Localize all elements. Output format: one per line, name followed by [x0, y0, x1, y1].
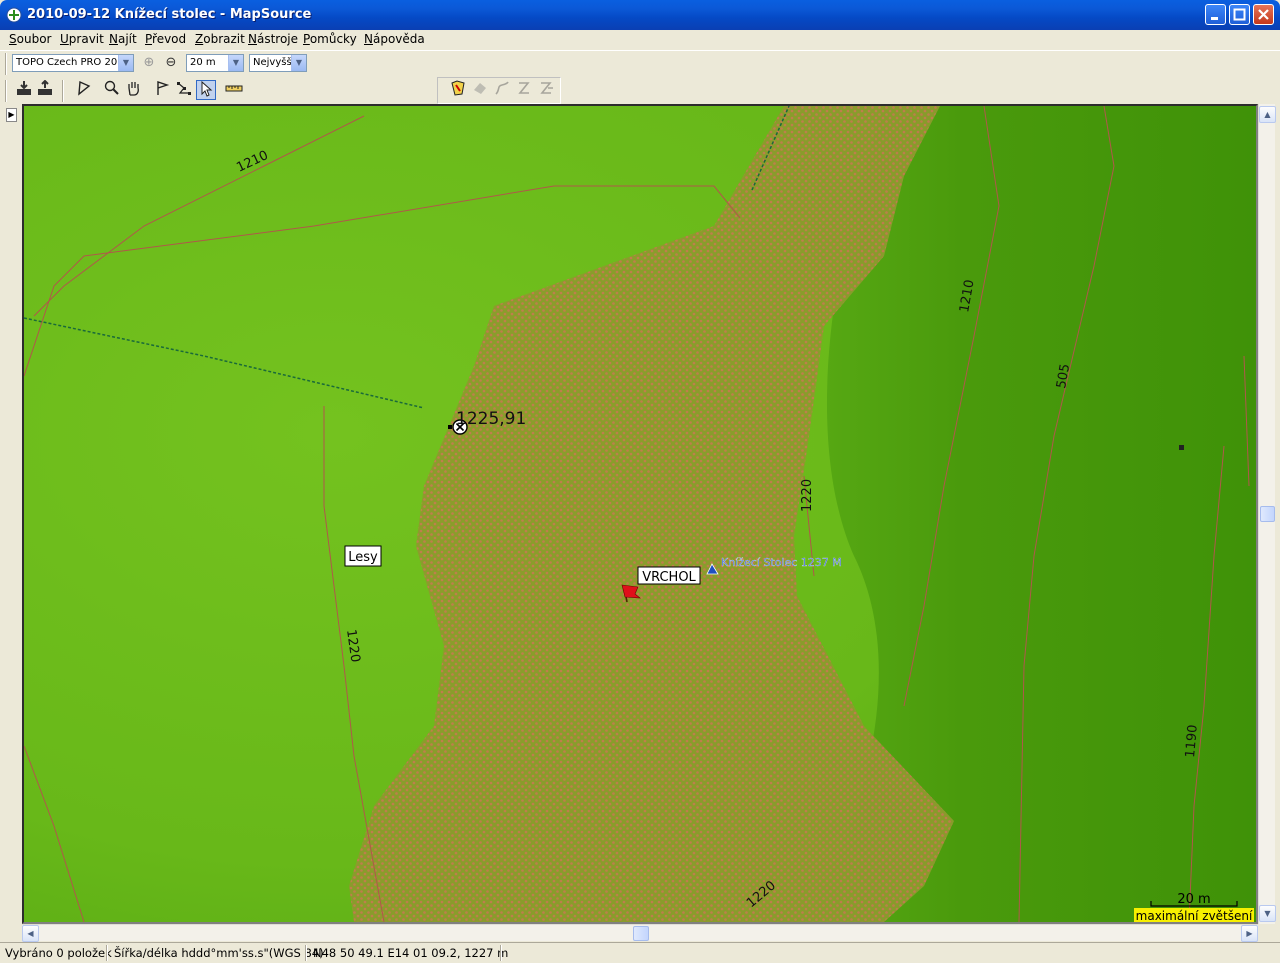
menu-bar: Soubor Upravit Najít Převod Zobrazit Nás…	[0, 30, 1280, 50]
title-bar[interactable]: 2010-09-12 Knížecí stolec - MapSource	[0, 0, 1280, 30]
zoom-level-value: 20 m	[190, 57, 216, 68]
status-bar: Vybráno 0 položek Šířka/délka hddd°mm'ss…	[0, 942, 1280, 963]
horizontal-scrollbar[interactable]: ◀ ▶	[22, 924, 1258, 942]
route-tool-icon[interactable]	[174, 80, 194, 100]
chevron-down-icon[interactable]: ▼	[118, 55, 133, 71]
detail-level-select[interactable]: Nejvyšší ▼	[249, 54, 307, 72]
horizontal-scroll-thumb[interactable]	[633, 926, 649, 941]
menu-prevod[interactable]: Převod	[145, 32, 186, 46]
tools-toolbar	[0, 76, 1280, 104]
window-title: 2010-09-12 Knížecí stolec - MapSource	[27, 7, 312, 22]
scroll-left-button[interactable]: ◀	[22, 925, 39, 942]
zoom-level-select[interactable]: 20 m ▼	[186, 54, 244, 72]
map-product-value: TOPO Czech PRO 2010	[16, 57, 130, 68]
waypoint-tool-icon[interactable]	[152, 80, 172, 100]
peak-label: Knížecí Stolec 1237 M	[721, 556, 842, 569]
elevation-point-label: 1225,91	[456, 409, 526, 429]
map-tool-icon[interactable]	[448, 80, 468, 100]
menu-nastroje[interactable]: Nástroje	[248, 32, 298, 46]
map-view[interactable]: 1210 1210 505 1220 1220 1220 1190 1225,9…	[22, 104, 1258, 924]
send-to-device-icon[interactable]	[35, 79, 55, 100]
chevron-down-icon[interactable]: ▼	[228, 55, 243, 71]
map-toolbar: TOPO Czech PRO 2010 ▼ ⊕ ⊖ 20 m ▼ Nejvyšš…	[0, 50, 1280, 76]
scroll-right-button[interactable]: ▶	[1241, 925, 1258, 942]
map-product-select[interactable]: TOPO Czech PRO 2010 ▼	[12, 54, 134, 72]
max-zoom-notice: maximální zvětšení	[1136, 909, 1253, 922]
scroll-up-button[interactable]: ▲	[1259, 106, 1276, 123]
minimize-icon	[1211, 17, 1218, 20]
toolbar-separator	[62, 80, 64, 102]
menu-napoveda[interactable]: Nápověda	[364, 32, 425, 46]
contour-label: 1220	[800, 479, 815, 512]
menu-najit[interactable]: Najít	[109, 32, 137, 46]
status-divider	[106, 945, 108, 961]
coordinate-format: Šířka/délka hddd°mm'ss.s"(WGS 84)	[114, 946, 324, 960]
maximize-button[interactable]	[1229, 4, 1250, 25]
expand-panel-button[interactable]: ▶	[6, 108, 17, 122]
scroll-down-button[interactable]: ▼	[1259, 905, 1276, 922]
close-button[interactable]	[1253, 4, 1274, 25]
pointer-tool-button[interactable]	[196, 80, 216, 100]
forest-label: Lesy	[348, 550, 378, 565]
track-join-icon[interactable]	[536, 80, 556, 100]
zoom-in-icon[interactable]: ⊕	[139, 53, 159, 73]
scale-bar-label: 20 m	[1177, 892, 1210, 907]
pan-tool-icon[interactable]	[124, 80, 144, 100]
detail-level-value: Nejvyšší	[253, 57, 295, 68]
menu-pomucky[interactable]: Pomůcky	[303, 32, 357, 46]
zoom-tool-icon[interactable]	[102, 80, 122, 100]
minimize-button[interactable]	[1205, 4, 1226, 25]
toolbar-grip	[5, 80, 7, 102]
toolbar-grip	[5, 53, 7, 75]
vertical-scrollbar[interactable]: ▲ ▼	[1258, 104, 1276, 924]
pointer-tool-icon	[201, 80, 213, 97]
selection-tool-icon[interactable]	[74, 80, 94, 100]
menu-upravit[interactable]: Upravit	[60, 32, 104, 46]
map-canvas[interactable]: 1210 1210 505 1220 1220 1220 1190 1225,9…	[23, 105, 1256, 923]
menu-soubor[interactable]: Soubor	[9, 32, 51, 46]
selection-count: Vybráno 0 položek	[5, 946, 112, 960]
zoom-out-icon[interactable]: ⊖	[161, 53, 181, 73]
map-point-marker[interactable]	[1179, 445, 1184, 450]
status-divider	[500, 945, 502, 961]
track-draw-icon[interactable]	[492, 80, 512, 100]
mapsource-app-icon[interactable]	[6, 7, 22, 23]
vertical-scroll-thumb[interactable]	[1260, 506, 1275, 522]
close-icon	[1258, 9, 1269, 20]
status-divider	[305, 945, 307, 961]
measure-tool-icon[interactable]	[224, 80, 244, 100]
cursor-position: N48 50 49.1 E14 01 09.2, 1227 m	[313, 946, 509, 960]
erase-tool-icon[interactable]	[470, 80, 490, 100]
maximize-icon	[1233, 8, 1246, 21]
forest-label-box[interactable]: Lesy	[344, 545, 382, 567]
receive-from-device-icon[interactable]	[14, 80, 34, 100]
chevron-down-icon[interactable]: ▼	[291, 55, 306, 71]
track-tools-group	[437, 77, 561, 104]
summit-waypoint-label: VRCHOL	[642, 570, 696, 585]
menu-zobrazit[interactable]: Zobrazit	[195, 32, 245, 46]
contour-label: 1190	[1183, 724, 1201, 758]
side-panel-strip: ▶	[0, 104, 22, 924]
mapsource-window: 2010-09-12 Knížecí stolec - MapSource So…	[0, 0, 1280, 963]
track-divide-icon[interactable]	[514, 80, 534, 100]
